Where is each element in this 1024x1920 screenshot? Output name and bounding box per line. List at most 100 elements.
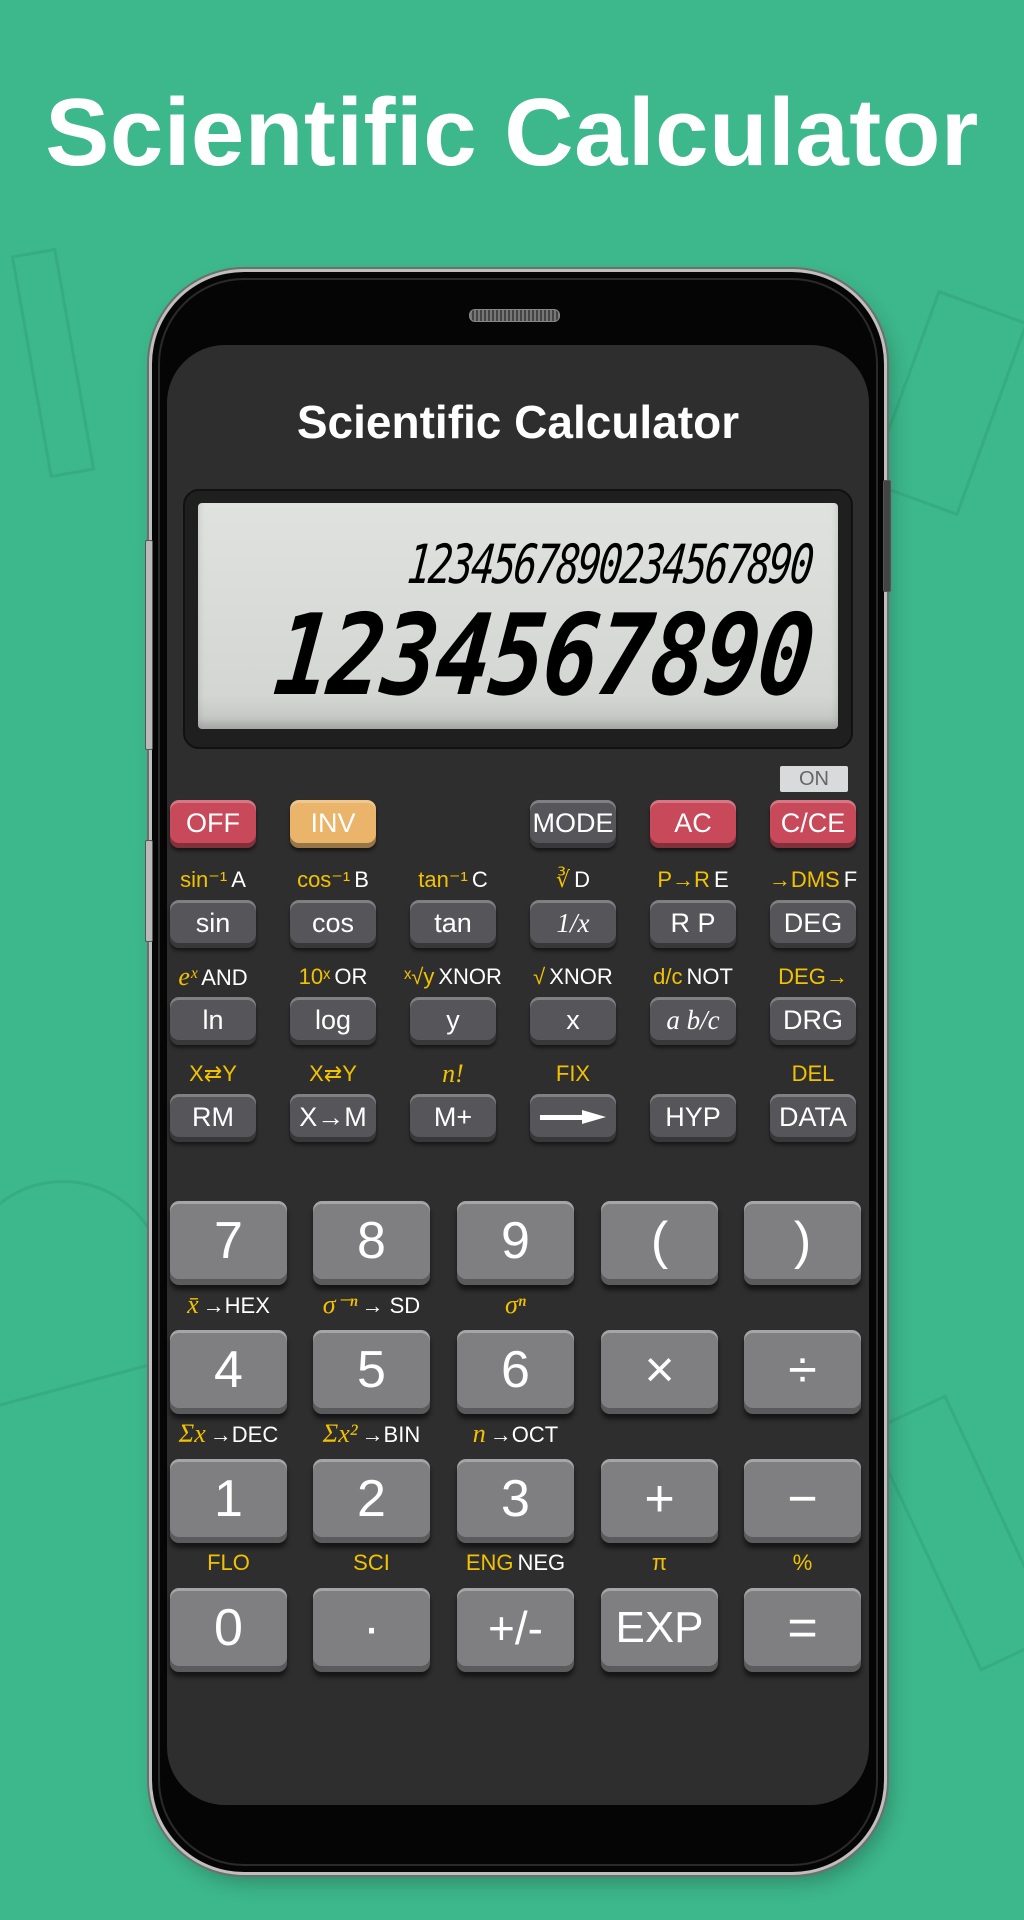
key-8[interactable]: 8 <box>313 1201 430 1285</box>
alpha-function-text: XNOR <box>549 964 613 989</box>
shift-function-text: X⇄Y <box>189 1061 237 1086</box>
inv-button[interactable]: INV <box>290 800 376 848</box>
secondary-function-label: FLO <box>160 1550 297 1576</box>
tan-button[interactable]: tan <box>410 900 496 948</box>
shift-function-text: Σx <box>178 1419 206 1448</box>
sin-button[interactable]: sin <box>170 900 256 948</box>
secondary-function-label: x̄ →HEX <box>160 1290 297 1319</box>
reciprocal-button[interactable]: 1/x <box>530 900 616 948</box>
shift-function-text: % <box>792 1550 813 1575</box>
alpha-function-text: NOT <box>686 964 733 989</box>
shift-function-text: Σx² <box>322 1419 358 1448</box>
shift-function-text: DEG→ <box>778 964 848 989</box>
y-button[interactable]: y <box>410 997 496 1045</box>
key-3[interactable]: 3 <box>457 1459 574 1543</box>
r-p-button[interactable]: R P <box>650 900 736 948</box>
display-primary-line: 1234567890 <box>268 591 819 721</box>
alpha-function-text: OR <box>334 964 368 989</box>
x-button[interactable]: x <box>530 997 616 1045</box>
key-multiply[interactable]: × <box>601 1330 718 1414</box>
log-button[interactable]: log <box>290 997 376 1045</box>
key-6[interactable]: 6 <box>457 1330 574 1414</box>
shift-function-text: eˣ <box>178 962 198 991</box>
secondary-function-label: n →OCT <box>447 1421 584 1448</box>
ac-button[interactable]: AC <box>650 800 736 848</box>
shift-function-text: →DMS <box>768 867 840 892</box>
background-decoration <box>867 1394 1024 1672</box>
arrow-button[interactable] <box>530 1094 616 1142</box>
alpha-function-text: F <box>843 867 858 892</box>
app-title: Scientific Calculator <box>296 396 740 448</box>
shift-function-text: ˣ√y <box>404 964 435 989</box>
secondary-function-label: DEG→ <box>756 964 870 990</box>
x-to-m-button[interactable]: X→M <box>290 1094 376 1142</box>
display-frame: 1234567890234567890 1234567890 <box>183 489 853 749</box>
key-2[interactable]: 2 <box>313 1459 430 1543</box>
shift-function-text: 10ˣ <box>298 964 331 989</box>
secondary-function-label: π <box>591 1550 728 1576</box>
secondary-function-label: sin⁻¹ A <box>156 867 270 893</box>
secondary-function-label: ENG NEG <box>447 1550 584 1576</box>
secondary-function-label: eˣ AND <box>156 962 270 991</box>
shift-function-text: sin⁻¹ <box>180 867 228 892</box>
secondary-function-label: Σx →DEC <box>160 1419 297 1448</box>
alpha-function-text: →HEX <box>202 1293 270 1318</box>
key-plus-minus[interactable]: +/- <box>457 1588 574 1672</box>
lcd-display: 1234567890234567890 1234567890 <box>198 503 838 729</box>
key-plus[interactable]: + <box>601 1459 718 1543</box>
shift-function-text: x̄ <box>187 1290 199 1319</box>
secondary-function-label: X⇄Y <box>156 1061 270 1087</box>
cos-button[interactable]: cos <box>290 900 376 948</box>
rm-button[interactable]: RM <box>170 1094 256 1142</box>
shift-function-text: d/c <box>653 964 683 989</box>
shift-function-text: π <box>651 1550 668 1575</box>
key-minus[interactable]: − <box>744 1459 861 1543</box>
key-exp[interactable]: EXP <box>601 1588 718 1672</box>
key-4[interactable]: 4 <box>170 1330 287 1414</box>
alpha-function-text: →BIN <box>361 1422 421 1447</box>
key-7[interactable]: 7 <box>170 1201 287 1285</box>
deg-button[interactable]: DEG <box>770 900 856 948</box>
mode-button[interactable]: MODE <box>530 800 616 848</box>
shift-function-text: σⁿ <box>504 1290 526 1319</box>
shift-function-text: DEL <box>791 1061 835 1086</box>
alpha-function-text: →OCT <box>489 1422 559 1447</box>
key-1[interactable]: 1 <box>170 1459 287 1543</box>
secondary-function-label: →DMS F <box>756 867 870 893</box>
off-button[interactable]: OFF <box>170 800 256 848</box>
key-9[interactable]: 9 <box>457 1201 574 1285</box>
key-decimal-point[interactable]: · <box>313 1588 430 1672</box>
display-secondary-line: 1234567890234567890 <box>404 533 816 596</box>
calculator-screen: Scientific Calculator 123456789023456789… <box>167 345 869 1805</box>
shift-function-text: cos⁻¹ <box>297 867 351 892</box>
secondary-function-label: 10ˣ OR <box>276 964 390 990</box>
c-ce-button[interactable]: C/CE <box>770 800 856 848</box>
key-5[interactable]: 5 <box>313 1330 430 1414</box>
power-on-indicator: ON <box>780 766 848 792</box>
key-0[interactable]: 0 <box>170 1588 287 1672</box>
secondary-function-label: σⁿ <box>447 1292 584 1318</box>
secondary-function-label: n! <box>396 1061 510 1087</box>
alpha-function-text: XNOR <box>438 964 502 989</box>
phone-side-button <box>145 840 153 942</box>
drg-button[interactable]: DRG <box>770 997 856 1045</box>
secondary-function-label: ∛ D <box>516 867 630 893</box>
ln-button[interactable]: ln <box>170 997 256 1045</box>
secondary-function-label: SCI <box>303 1550 440 1576</box>
shift-function-text: SCI <box>353 1550 390 1575</box>
fraction-button[interactable]: a b/c <box>650 997 736 1045</box>
m-plus-button[interactable]: M+ <box>410 1094 496 1142</box>
secondary-function-label: √ XNOR <box>516 964 630 990</box>
shift-function-text: ∛ <box>556 867 571 892</box>
alpha-function-text: B <box>354 867 369 892</box>
key-divide[interactable]: ÷ <box>744 1330 861 1414</box>
hyp-button[interactable]: HYP <box>650 1094 736 1142</box>
key-open-paren[interactable]: ( <box>601 1201 718 1285</box>
data-button[interactable]: DATA <box>770 1094 856 1142</box>
alpha-function-text: AND <box>201 965 248 990</box>
key-equals[interactable]: = <box>744 1588 861 1672</box>
secondary-function-label: Σx² →BIN <box>303 1419 440 1448</box>
phone-side-button <box>145 540 153 750</box>
alpha-function-text: C <box>471 867 488 892</box>
key-close-paren[interactable]: ) <box>744 1201 861 1285</box>
